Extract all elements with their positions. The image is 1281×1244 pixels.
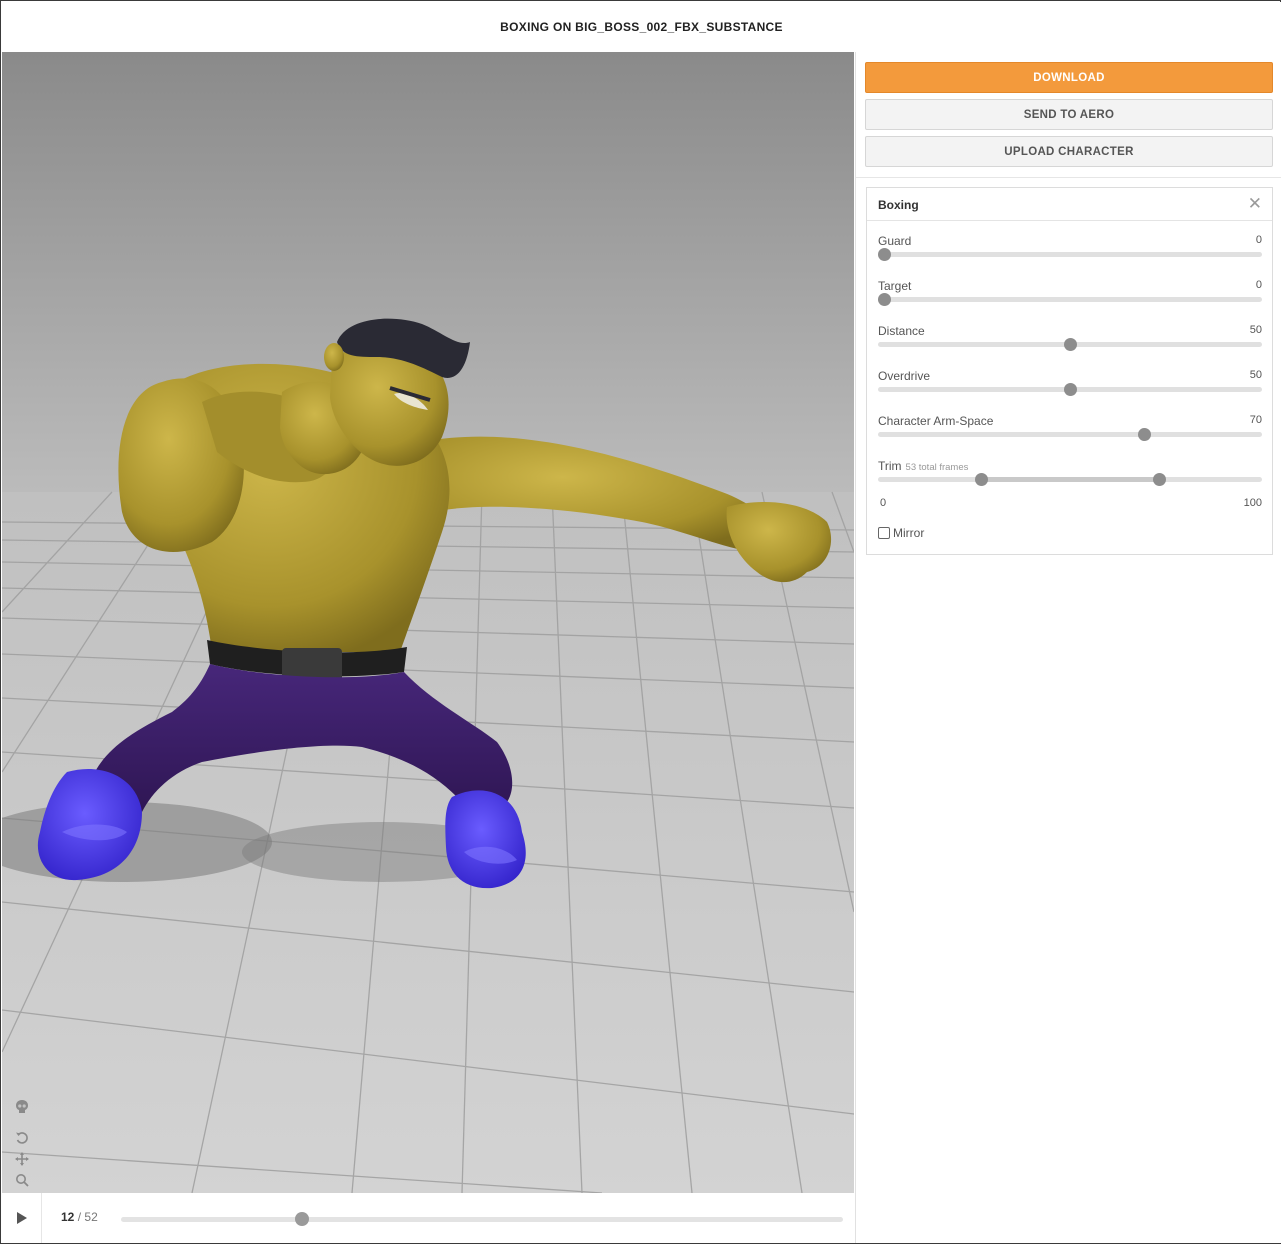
param-guard: Guard 0: [878, 234, 1262, 274]
param-slider-track[interactable]: [878, 297, 1262, 302]
frame-counter: 12 / 52: [61, 1210, 98, 1224]
animation-title: Boxing: [878, 198, 919, 212]
app-window: BOXING ON BIG_BOSS_002_FBX_SUBSTANCE 12 …: [0, 0, 1281, 1244]
param-slider-handle[interactable]: [878, 293, 891, 306]
param-distance: Distance 50: [878, 324, 1262, 364]
param-slider-handle[interactable]: [1064, 383, 1077, 396]
side-panel: DOWNLOAD SEND TO AERO UPLOAD CHARACTER B…: [855, 52, 1281, 1243]
3d-viewport[interactable]: [2, 52, 854, 1193]
upload-character-button[interactable]: UPLOAD CHARACTER: [865, 136, 1273, 167]
frame-separator: /: [77, 1210, 82, 1224]
header-bar: BOXING ON BIG_BOSS_002_FBX_SUBSTANCE: [2, 2, 1281, 52]
param-label: Character Arm-Space: [878, 414, 994, 428]
param-label: Guard: [878, 234, 912, 248]
mirror-checkbox[interactable]: [878, 527, 890, 539]
timeline-track[interactable]: [121, 1217, 843, 1222]
param-slider-track[interactable]: [878, 252, 1262, 257]
trim-end-handle[interactable]: [1153, 473, 1167, 486]
param-arm-space: Character Arm-Space 70: [878, 414, 1262, 454]
play-icon: [16, 1212, 27, 1224]
param-overdrive: Overdrive 50: [878, 369, 1262, 409]
trim-max-value: 100: [1243, 497, 1262, 509]
timeline-handle[interactable]: [294, 1212, 309, 1226]
param-slider-handle[interactable]: [1064, 338, 1077, 351]
param-value: 70: [1249, 414, 1262, 426]
send-to-aero-button[interactable]: SEND TO AERO: [865, 99, 1273, 130]
animation-settings-card: Boxing ✕ Guard 0 Target 0 Distance 50 Ov…: [866, 187, 1273, 555]
trim-total-frames: 53 total frames: [905, 462, 969, 473]
page-title: BOXING ON BIG_BOSS_002_FBX_SUBSTANCE: [500, 20, 783, 34]
divider: [856, 177, 1281, 178]
param-slider-track[interactable]: [878, 432, 1262, 437]
param-trim: Trim 53 total frames 0 100: [878, 459, 1262, 519]
param-slider-handle[interactable]: [1138, 428, 1152, 441]
move-icon[interactable]: [12, 1149, 32, 1169]
trim-label: Trim 53 total frames: [878, 459, 968, 473]
param-value: 50: [1249, 369, 1262, 381]
param-slider-handle[interactable]: [878, 248, 891, 261]
param-target: Target 0: [878, 279, 1262, 319]
skeleton-icon[interactable]: [12, 1097, 32, 1117]
param-label: Target: [878, 279, 912, 293]
mirror-label: Mirror: [893, 526, 925, 540]
param-label: Distance: [878, 324, 925, 338]
mirror-option[interactable]: Mirror: [878, 526, 924, 540]
param-value: 50: [1249, 324, 1262, 336]
trim-min-value: 0: [880, 497, 887, 509]
current-frame: 12: [61, 1210, 75, 1224]
play-button[interactable]: [2, 1193, 42, 1243]
param-value: 0: [1255, 234, 1262, 246]
trim-title: Trim: [878, 459, 902, 473]
close-icon[interactable]: ✕: [1248, 195, 1262, 212]
total-frames: 52: [84, 1210, 98, 1224]
trim-range-fill: [980, 477, 1160, 482]
param-value: 0: [1255, 279, 1262, 291]
reset-icon[interactable]: [12, 1128, 32, 1148]
zoom-icon[interactable]: [12, 1170, 32, 1190]
param-label: Overdrive: [878, 369, 931, 383]
viewport-toolbar: [12, 1097, 34, 1193]
trim-start-handle[interactable]: [974, 473, 988, 486]
character-scene: [2, 52, 854, 1193]
card-header: Boxing ✕: [867, 188, 1272, 221]
download-button[interactable]: DOWNLOAD: [865, 62, 1273, 93]
